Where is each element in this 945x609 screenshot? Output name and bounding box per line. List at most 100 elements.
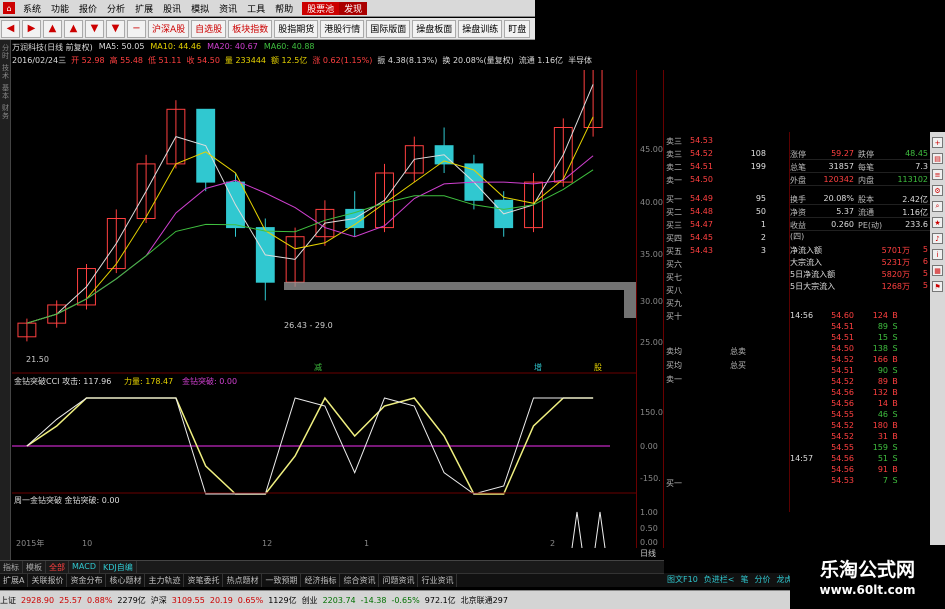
index-sh-amount: 2279亿: [117, 595, 146, 605]
info-icon[interactable]: i: [932, 249, 943, 260]
axis-tick-40: 40.00: [640, 198, 663, 207]
right-tab[interactable]: 负进栏<: [701, 573, 738, 587]
info-tab[interactable]: 资金分布: [67, 574, 107, 587]
toolbar-monitor[interactable]: 盯盘: [504, 19, 531, 38]
menu-item-stock-pool[interactable]: 股票池: [302, 1, 340, 15]
side-tab-finance[interactable]: 财务: [1, 104, 10, 120]
toolbar-sector-index[interactable]: 板块指数: [228, 19, 273, 38]
info-tab[interactable]: 问题资讯: [379, 574, 419, 587]
bell-icon[interactable]: ♪: [932, 233, 943, 244]
search-icon[interactable]: ⌕: [932, 201, 943, 212]
order-row: 买六: [666, 260, 682, 269]
down-alt-icon[interactable]: ▼: [106, 19, 125, 38]
side-tab-fundamental[interactable]: 基本: [1, 84, 10, 100]
bar-circ: 流通 1.16亿: [518, 56, 564, 65]
star-icon[interactable]: ★: [932, 217, 943, 228]
sell-one-row: 卖一: [666, 375, 682, 384]
menu-item-stock-news[interactable]: 股讯: [158, 2, 186, 15]
connection-status: 北京联通297: [460, 595, 508, 605]
up-icon[interactable]: ▲: [43, 19, 62, 38]
order-row: 卖二 54.51 199: [666, 162, 766, 172]
tick-row: 54.52 180 B: [831, 421, 898, 430]
bar-high: 高 55.48: [109, 56, 144, 65]
zoom-out-icon[interactable]: −: [127, 19, 146, 38]
tab-all[interactable]: 全部: [46, 561, 69, 573]
grid-icon[interactable]: ▦: [932, 265, 943, 276]
menu-item-tools[interactable]: 工具: [242, 2, 270, 15]
menu-item-simulate[interactable]: 模拟: [186, 2, 214, 15]
info-tab[interactable]: 热点题材: [223, 574, 263, 587]
info-tab[interactable]: 核心题材: [106, 574, 146, 587]
menu-item-news[interactable]: 资讯: [214, 2, 242, 15]
watermark-url: www.60lt.com: [819, 583, 916, 597]
right-tab[interactable]: 分价: [751, 573, 773, 587]
toolbar-hk[interactable]: 港股行情: [320, 19, 365, 38]
info-tab[interactable]: 一致预期: [262, 574, 302, 587]
bar-turnover: 换 20.08%(量复权): [442, 56, 514, 65]
gear-icon[interactable]: ⚙: [932, 185, 943, 196]
back-icon[interactable]: ◀: [1, 19, 20, 38]
index-hs-change: 20.19: [209, 595, 233, 605]
stats-row: 换手 20.08% 股本 2.42亿: [790, 194, 930, 205]
menu-item-system[interactable]: 系统: [18, 2, 46, 15]
toolbar-training[interactable]: 操盘训练: [458, 19, 503, 38]
kline-chart[interactable]: 26.43 - 29.0 21.50 减 增 股 金钻突破CCI 攻击: 117…: [12, 70, 636, 548]
menu-item-function[interactable]: 功能: [46, 2, 74, 15]
side-tab-timeshare[interactable]: 分时: [1, 44, 10, 60]
info-tab[interactable]: 关联报价: [28, 574, 68, 587]
total-buy: 总买: [730, 361, 746, 370]
menu-item-discover[interactable]: 发现: [339, 1, 368, 15]
menu-item-extend[interactable]: 扩展: [130, 2, 158, 15]
up-alt-icon[interactable]: ▲: [64, 19, 83, 38]
axis-tick-35: 35.00: [640, 250, 663, 259]
tick-row: 54.56 132 B: [831, 388, 898, 397]
side-tab-technical[interactable]: 技术: [1, 64, 10, 80]
home-icon[interactable]: ⌂: [3, 2, 15, 14]
tab-indicator[interactable]: 指标: [0, 561, 23, 573]
date-label-2: 2: [550, 539, 555, 548]
right-tab[interactable]: 笔: [737, 573, 751, 587]
info-tab[interactable]: 主力轨迹: [145, 574, 185, 587]
flag-icon[interactable]: ⚑: [932, 281, 943, 292]
toolbar-intl[interactable]: 国际版面: [366, 19, 411, 38]
index-cy-amount: 972.1亿: [424, 595, 456, 605]
down-icon[interactable]: ▼: [85, 19, 104, 38]
index-hs-value: 3109.55: [171, 595, 205, 605]
info-tab[interactable]: 行业资讯: [418, 574, 458, 587]
ma5-label: MA5: 50.05: [98, 42, 145, 51]
info-tab[interactable]: 扩展A: [0, 574, 29, 587]
info-tab[interactable]: 资笔委托: [184, 574, 224, 587]
order-book: 卖三 54.53 卖三 54.52 108 卖二 54.51 199 卖一 54.50 买一…: [664, 132, 790, 512]
order-row: 卖三 54.53: [666, 136, 713, 146]
toolbar-watchlist[interactable]: 自选股: [191, 19, 227, 38]
signal-spike-1: [571, 511, 583, 548]
menu-item-help[interactable]: 帮助: [270, 2, 298, 15]
plus-icon[interactable]: +: [932, 137, 943, 148]
toolbar-futures[interactable]: 股指期货: [274, 19, 319, 38]
menu-item-analysis[interactable]: 分析: [102, 2, 130, 15]
forward-icon[interactable]: ▶: [22, 19, 41, 38]
index-hs-amount: 1129亿: [268, 595, 297, 605]
ma20-label: MA20: 40.67: [207, 42, 258, 51]
tab-template[interactable]: 模板: [23, 561, 46, 573]
stats-row: 涨停 59.27 跌停 48.45: [790, 149, 930, 160]
list-icon[interactable]: ≡: [932, 169, 943, 180]
period-label[interactable]: 日线: [640, 548, 656, 559]
info-tab[interactable]: 经济指标: [301, 574, 341, 587]
right-tab[interactable]: 图文F10: [664, 573, 701, 587]
chart-icon[interactable]: ▤: [932, 153, 943, 164]
index-hs-pct: 0.65%: [237, 595, 264, 605]
menu-item-quotes[interactable]: 报价: [74, 2, 102, 15]
order-row: 卖三 54.52 108: [666, 149, 766, 159]
tick-row: 54.52 31 B: [831, 432, 898, 441]
tick-row: 54.55 46 S: [831, 410, 898, 419]
tab-kdj[interactable]: KDJ自编: [100, 561, 137, 573]
info-tab[interactable]: 综合资讯: [340, 574, 380, 587]
menu-bar: ⌂ 系统 功能 报价 分析 扩展 股讯 模拟 资讯 工具 帮助 股票池 发现: [0, 0, 535, 17]
order-row: 买五 54.43 3: [666, 246, 766, 256]
tab-macd[interactable]: MACD: [69, 561, 100, 573]
toolbar-hs-a[interactable]: 沪深A股: [148, 19, 190, 38]
total-sell: 总卖: [730, 347, 746, 356]
toolbar-board[interactable]: 操盘板面: [412, 19, 457, 38]
tick-row: 54.50 138 S: [831, 344, 898, 353]
